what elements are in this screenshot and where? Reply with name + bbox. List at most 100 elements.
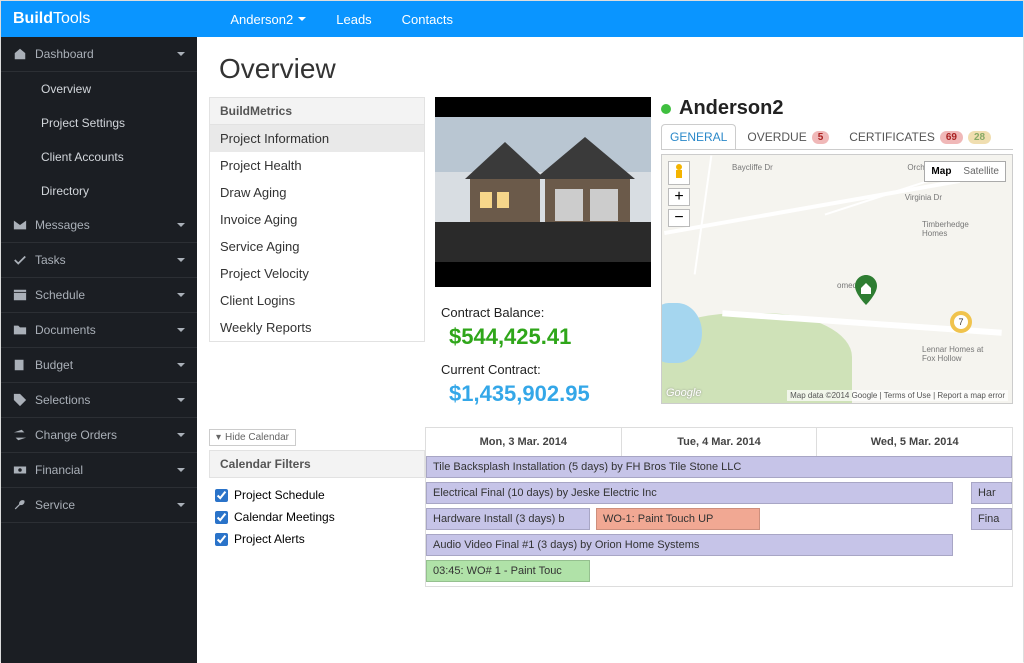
calendar-day-header: Tue, 4 Mar. 2014 — [621, 428, 817, 456]
calendar-event[interactable]: Audio Video Final #1 (3 days) by Orion H… — [426, 534, 953, 556]
mail-icon — [13, 218, 27, 232]
map-type-map[interactable]: Map — [925, 162, 957, 181]
content: Overview BuildMetrics Project Informatio… — [197, 37, 1023, 663]
map-pegman[interactable] — [668, 161, 690, 185]
filter-project-alerts[interactable]: Project Alerts — [213, 528, 421, 550]
calendar-filters-header: Calendar Filters — [209, 450, 425, 478]
sidebar-sub-directory[interactable]: Directory — [1, 174, 197, 208]
filter-project-schedule[interactable]: Project Schedule — [213, 484, 421, 506]
calendar-icon — [13, 288, 27, 302]
tab-certificates[interactable]: CERTIFICATES6928 — [840, 124, 1000, 149]
map-street-label: Virginia Dr — [905, 193, 942, 202]
calendar-event[interactable]: Electrical Final (10 days) by Jeske Elec… — [426, 482, 953, 504]
sidebar-item-schedule[interactable]: Schedule — [1, 278, 197, 313]
calendar-event[interactable]: Hardware Install (3 days) b — [426, 508, 590, 530]
metrics-item-draw-aging[interactable]: Draw Aging — [210, 179, 424, 206]
current-contract-label: Current Contract: — [441, 362, 645, 377]
calendar-event[interactable]: 03:45: WO# 1 - Paint Touc — [426, 560, 590, 582]
topnav-project-dropdown[interactable]: Anderson2 — [230, 12, 306, 27]
project-name: Anderson2 — [679, 97, 783, 120]
map-zoom-in[interactable]: + — [668, 188, 690, 206]
current-contract-value: $1,435,902.95 — [441, 377, 645, 411]
checkbox[interactable] — [215, 511, 228, 524]
map-poi-label: Lennar Homes at Fox Hollow — [922, 345, 992, 363]
certs-badge-2: 28 — [968, 131, 991, 144]
project-photo — [435, 97, 651, 287]
calendar-event[interactable]: Tile Backsplash Installation (5 days) by… — [426, 456, 1012, 478]
map[interactable]: Baycliffe Dr Orchid Ln Virginia Dr Timbe… — [661, 154, 1013, 404]
calendar-event[interactable]: Fina — [971, 508, 1012, 530]
wrench-icon — [13, 498, 27, 512]
calendar-day-header: Wed, 5 Mar. 2014 — [816, 428, 1012, 456]
chevron-down-icon — [177, 433, 185, 437]
topbar: BuildTools Anderson2 Leads Contacts — [1, 1, 1023, 37]
overdue-badge: 5 — [812, 131, 830, 144]
contract-balance-label: Contract Balance: — [441, 305, 645, 320]
chevron-down-icon — [177, 52, 185, 56]
metrics-item-invoice-aging[interactable]: Invoice Aging — [210, 206, 424, 233]
map-attribution: Map data ©2014 Google | Terms of Use | R… — [787, 390, 1008, 401]
page-title: Overview — [197, 37, 1023, 97]
sidebar-item-documents[interactable]: Documents — [1, 313, 197, 348]
project-tabs: GENERAL OVERDUE5 CERTIFICATES6928 — [661, 124, 1013, 150]
logo: BuildTools — [13, 10, 90, 28]
chevron-down-icon — [177, 468, 185, 472]
tab-overdue[interactable]: OVERDUE5 — [738, 124, 838, 149]
certs-badge-1: 69 — [940, 131, 963, 144]
sidebar-item-dashboard[interactable]: Dashboard — [1, 37, 197, 72]
sidebar-item-tasks[interactable]: Tasks — [1, 243, 197, 278]
sidebar-sub-project-settings[interactable]: Project Settings — [1, 106, 197, 140]
checkbox[interactable] — [215, 489, 228, 502]
metrics-item-project-info[interactable]: Project Information — [210, 125, 424, 152]
map-pin-icon — [855, 275, 877, 311]
calendar-day-header: Mon, 3 Mar. 2014 — [426, 428, 621, 456]
map-type-satellite[interactable]: Satellite — [957, 162, 1005, 181]
calendar-event[interactable]: WO-1: Paint Touch UP — [596, 508, 760, 530]
topnav-contacts[interactable]: Contacts — [402, 12, 453, 27]
map-street-label: Baycliffe Dr — [732, 163, 773, 172]
sidebar-sub-overview[interactable]: Overview — [1, 72, 197, 106]
map-zoom-out[interactable]: − — [668, 209, 690, 227]
hide-calendar-button[interactable]: ▾Hide Calendar — [209, 429, 296, 446]
metrics-list: Project Information Project Health Draw … — [209, 125, 425, 342]
main: Dashboard Overview Project Settings Clie… — [1, 37, 1023, 663]
chevron-down-icon — [177, 258, 185, 262]
status-dot-icon — [661, 104, 671, 114]
checkbox[interactable] — [215, 533, 228, 546]
check-icon — [13, 253, 27, 267]
sidebar-sub-client-accounts[interactable]: Client Accounts — [1, 140, 197, 174]
topnav-leads[interactable]: Leads — [336, 12, 371, 27]
sidebar: Dashboard Overview Project Settings Clie… — [1, 37, 197, 663]
folder-icon — [13, 323, 27, 337]
map-poi-label: Timberhedge Homes — [922, 220, 982, 238]
project-header: Anderson2 — [661, 97, 1013, 120]
contract-balance-value: $544,425.41 — [441, 320, 645, 354]
sidebar-item-messages[interactable]: Messages — [1, 208, 197, 243]
metrics-item-project-velocity[interactable]: Project Velocity — [210, 260, 424, 287]
swap-icon — [13, 428, 27, 442]
metrics-item-service-aging[interactable]: Service Aging — [210, 233, 424, 260]
chevron-down-icon — [177, 328, 185, 332]
sidebar-item-selections[interactable]: Selections — [1, 383, 197, 418]
sidebar-item-financial[interactable]: Financial — [1, 453, 197, 488]
tab-general[interactable]: GENERAL — [661, 124, 736, 149]
chevron-down-icon — [177, 398, 185, 402]
chevron-down-icon — [177, 363, 185, 367]
map-road — [664, 179, 960, 235]
map-google-logo: Google — [666, 387, 701, 399]
chevron-down-icon — [177, 503, 185, 507]
home-icon — [13, 47, 27, 61]
metrics-item-project-health[interactable]: Project Health — [210, 152, 424, 179]
metrics-item-client-logins[interactable]: Client Logins — [210, 287, 424, 314]
metrics-item-weekly-reports[interactable]: Weekly Reports — [210, 314, 424, 341]
calendar-event[interactable]: Har — [971, 482, 1012, 504]
book-icon — [13, 358, 27, 372]
caret-down-icon — [298, 17, 306, 21]
sidebar-item-service[interactable]: Service — [1, 488, 197, 523]
chevron-down-icon — [177, 223, 185, 227]
map-type-switch: Map Satellite — [924, 161, 1006, 182]
map-road — [694, 155, 713, 274]
filter-calendar-meetings[interactable]: Calendar Meetings — [213, 506, 421, 528]
sidebar-item-change-orders[interactable]: Change Orders — [1, 418, 197, 453]
sidebar-item-budget[interactable]: Budget — [1, 348, 197, 383]
